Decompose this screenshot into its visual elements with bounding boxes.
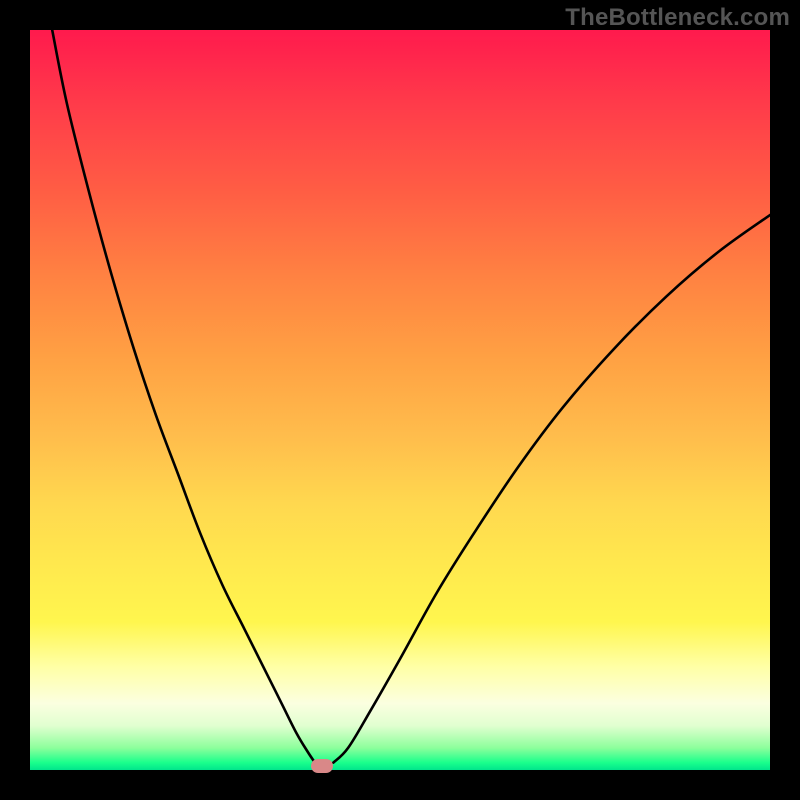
- plot-area: [30, 30, 770, 770]
- watermark-text: TheBottleneck.com: [565, 4, 790, 32]
- curve-left-branch: [52, 30, 315, 763]
- curve-right-branch: [333, 215, 770, 763]
- minimum-marker: [311, 759, 333, 773]
- curve-layer: [30, 30, 770, 770]
- chart-frame: TheBottleneck.com: [0, 0, 800, 800]
